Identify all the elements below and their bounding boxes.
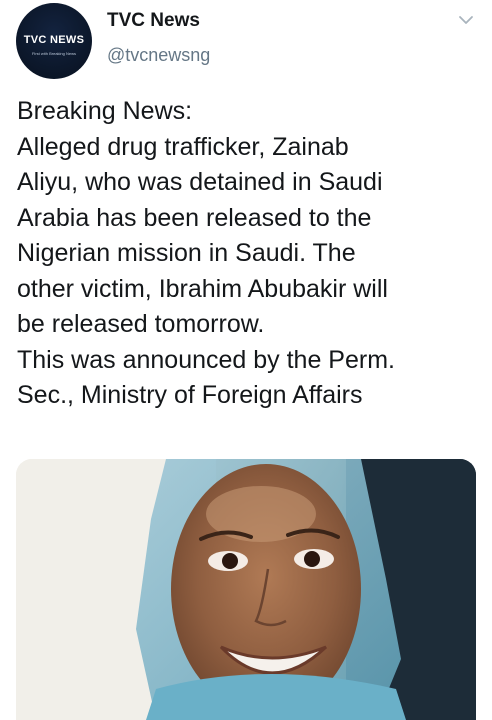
tweet-line: Nigerian mission in Saudi. The (17, 239, 356, 267)
chevron-down-icon[interactable] (458, 14, 474, 26)
avatar[interactable]: TVC NEWS First with Breaking News (16, 3, 92, 79)
avatar-tagline: First with Breaking News (31, 51, 76, 56)
tweet-line: be released tomorrow. (17, 310, 265, 338)
tweet-line: Alleged drug trafficker, Zainab (17, 132, 349, 161)
tweet-line: Breaking News: (17, 97, 193, 125)
tweet-line: other victim, Ibrahim Abubakir will (17, 274, 388, 303)
tweet-header: TVC NEWS First with Breaking News TVC Ne… (0, 0, 492, 90)
tweet-line: This was announced by the Perm. (17, 345, 395, 374)
tweet-text: Breaking News: Alleged drug trafficker, … (17, 94, 479, 414)
tweet-line: Sec., Ministry of Foreign Affairs (17, 381, 363, 409)
portrait-photo (16, 459, 476, 720)
tweet-line: Arabia has been released to the (17, 203, 372, 232)
display-name[interactable]: TVC News (107, 10, 200, 32)
tvc-news-logo: TVC NEWS (21, 29, 87, 51)
tweet-photo[interactable] (16, 459, 476, 720)
tweet-line: Aliyu, who was detained in Saudi (17, 168, 383, 196)
avatar-logo-text: TVC NEWS (23, 34, 85, 46)
user-handle[interactable]: @tvcnewsng (107, 45, 210, 66)
